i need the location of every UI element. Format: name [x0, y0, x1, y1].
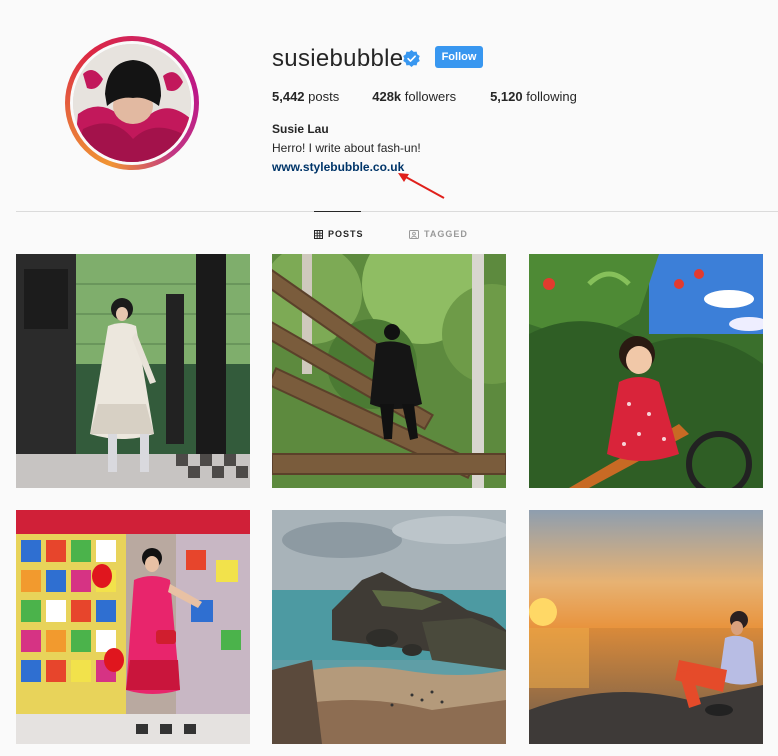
- profile-avatar[interactable]: [70, 41, 194, 165]
- grid-icon: [314, 229, 323, 239]
- following-link[interactable]: 5,120 following: [490, 89, 577, 105]
- followers-link[interactable]: 428k followers: [372, 89, 456, 105]
- tab-posts[interactable]: POSTS: [314, 228, 364, 240]
- post-image: [16, 254, 250, 488]
- posts-count: 5,442 posts: [272, 89, 339, 105]
- post-thumbnail[interactable]: [16, 254, 250, 488]
- posts-count-value: 5,442: [272, 89, 305, 104]
- post-image: [529, 510, 763, 744]
- verified-badge-icon: [403, 50, 420, 67]
- annotation-arrow-icon: [398, 173, 445, 199]
- profile-page: susiebubble Follow 5,442 posts 428k foll…: [0, 0, 778, 756]
- followers-count-label: followers: [401, 89, 457, 104]
- tabs-divider: [16, 211, 778, 212]
- story-ring[interactable]: [65, 36, 199, 170]
- post-image: [272, 254, 506, 488]
- profile-stats: 5,442 posts 428k followers 5,120 followi…: [272, 89, 610, 105]
- post-image: [16, 510, 250, 744]
- tab-posts-label: POSTS: [328, 229, 364, 239]
- tab-tagged[interactable]: TAGGED: [409, 228, 468, 240]
- following-count-label: following: [522, 89, 577, 104]
- followers-count-value: 428k: [372, 89, 402, 104]
- tab-tagged-label: TAGGED: [424, 229, 468, 239]
- posts-count-label: posts: [304, 89, 340, 104]
- post-image: [272, 510, 506, 744]
- profile-website-link[interactable]: www.stylebubble.co.uk: [272, 160, 404, 175]
- following-count-value: 5,120: [490, 89, 523, 104]
- post-image: [529, 254, 763, 488]
- tag-icon: [409, 229, 419, 239]
- post-thumbnail[interactable]: [272, 254, 506, 488]
- post-thumbnail[interactable]: [272, 510, 506, 744]
- active-tab-indicator: [314, 211, 361, 212]
- post-thumbnail[interactable]: [529, 254, 763, 488]
- profile-full-name: Susie Lau: [272, 122, 329, 136]
- post-thumbnail[interactable]: [16, 510, 250, 744]
- profile-username: susiebubble: [272, 45, 404, 72]
- follow-button[interactable]: Follow: [435, 46, 483, 68]
- post-thumbnail[interactable]: [529, 510, 763, 744]
- profile-bio: Herro! I write about fash-un!: [272, 141, 421, 155]
